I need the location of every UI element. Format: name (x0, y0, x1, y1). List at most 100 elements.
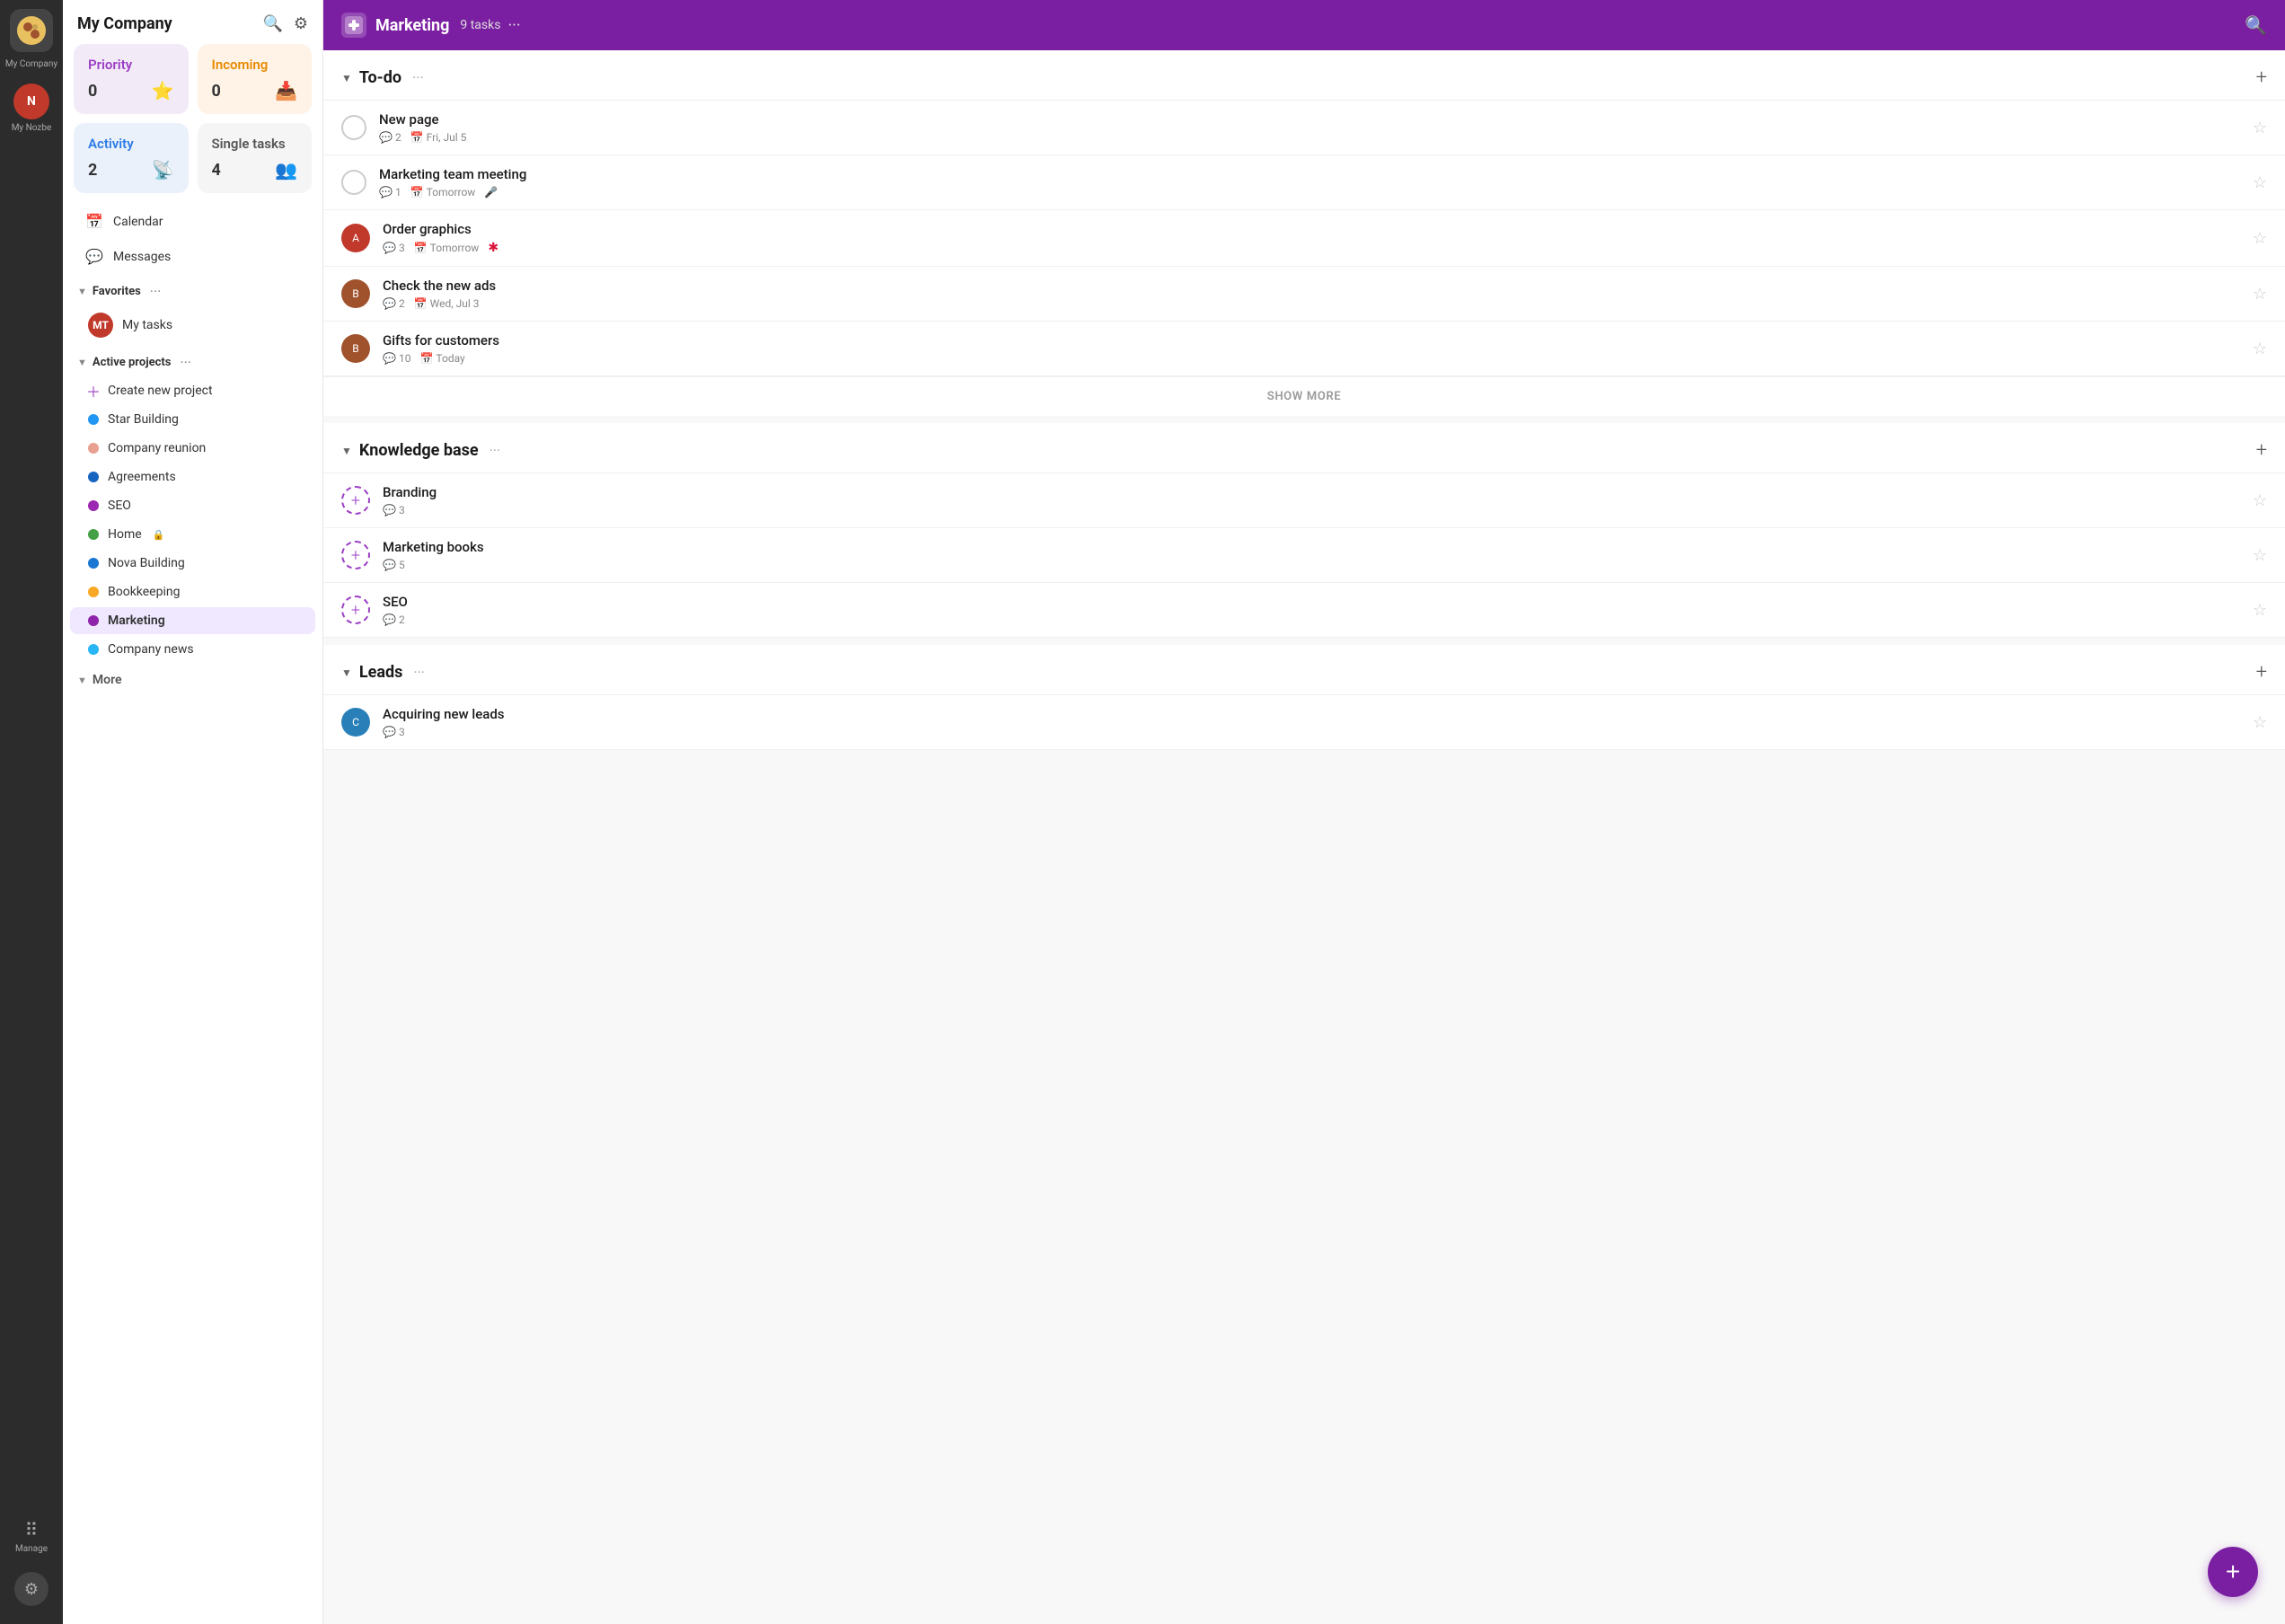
favorites-more-icon[interactable]: ··· (150, 283, 162, 300)
todo-chevron[interactable]: ▼ (341, 72, 352, 84)
activity-card[interactable]: Activity 2 📡 (74, 123, 189, 193)
leads-chevron[interactable]: ▼ (341, 666, 352, 679)
task-star-button[interactable]: ☆ (2253, 119, 2267, 137)
topbar-more-button[interactable]: ··· (507, 16, 520, 35)
task-star-button[interactable]: ☆ (2253, 340, 2267, 358)
active-projects-title: Active projects (93, 356, 172, 369)
topbar-search-button[interactable]: 🔍 (2245, 14, 2267, 36)
project-nova-building[interactable]: Nova Building (70, 550, 315, 577)
leads-more-btn[interactable]: ··· (413, 664, 425, 681)
search-button[interactable]: 🔍 (262, 14, 282, 33)
task-row[interactable]: + SEO 💬 2 ☆ (323, 583, 2285, 638)
incoming-card[interactable]: Incoming 0 📥 (198, 44, 313, 114)
knowledge-chevron[interactable]: ▼ (341, 445, 352, 457)
app-logo[interactable] (10, 9, 53, 52)
task-star-button[interactable]: ☆ (2253, 601, 2267, 620)
company-label: My Company (2, 59, 61, 69)
task-info: SEO 💬 2 (383, 594, 2245, 626)
single-tasks-card[interactable]: Single tasks 4 👥 (198, 123, 313, 193)
active-projects-header[interactable]: ▼ Active projects ··· (63, 345, 322, 376)
task-row[interactable]: Marketing team meeting 💬 1 📅 Tomorrow 🎤 … (323, 155, 2285, 210)
project-company-reunion[interactable]: Company reunion (70, 435, 315, 462)
knowledge-section-left: ▼ Knowledge base ··· (341, 441, 500, 460)
settings-icon[interactable]: ⚙ (14, 1572, 49, 1606)
task-checkbox[interactable] (341, 170, 366, 195)
task-info: Marketing books 💬 5 (383, 539, 2245, 571)
project-seo[interactable]: SEO (70, 492, 315, 519)
task-meta: 💬 1 📅 Tomorrow 🎤 (379, 186, 2245, 199)
project-home[interactable]: Home 🔒 (70, 521, 315, 548)
task-checkbox[interactable] (341, 115, 366, 140)
topbar: Marketing 9 tasks ··· 🔍 (323, 0, 2285, 50)
project-star-building[interactable]: Star Building (70, 406, 315, 433)
task-star-button[interactable]: ☆ (2253, 285, 2267, 304)
my-tasks-item[interactable]: MT My tasks (70, 306, 315, 344)
knowledge-more-btn[interactable]: ··· (490, 442, 501, 459)
todo-section: ▼ To-do ··· + New page 💬 2 📅 Fri, (323, 50, 2285, 416)
task-star-button[interactable]: ☆ (2253, 173, 2267, 192)
calendar-icon: 📅 (84, 213, 104, 230)
fab-add-button[interactable]: + (2208, 1547, 2258, 1597)
project-dot (88, 500, 99, 511)
task-row[interactable]: A Order graphics 💬 3 📅 Tomorrow ✱ ☆ (323, 210, 2285, 267)
task-info: Acquiring new leads 💬 3 (383, 706, 2245, 738)
task-row[interactable]: C Acquiring new leads 💬 3 ☆ (323, 695, 2285, 750)
more-label: More (93, 673, 122, 687)
comment-icon: 💬 (383, 613, 396, 626)
avatar[interactable]: N (13, 84, 49, 119)
task-star-button[interactable]: ☆ (2253, 546, 2267, 565)
create-project-label: Create new project (108, 384, 213, 398)
task-avatar: B (341, 334, 370, 363)
task-meta: 💬 3 (383, 726, 2245, 738)
manage-icon: ⠿ (25, 1519, 39, 1540)
task-avatar-plus[interactable]: + (341, 486, 370, 515)
show-more-button[interactable]: SHOW MORE (323, 376, 2285, 416)
task-avatar: A (341, 224, 370, 252)
task-avatar: C (341, 708, 370, 737)
manage-label: Manage (15, 1544, 48, 1554)
favorites-title: Favorites (93, 285, 141, 298)
knowledge-title: Knowledge base (359, 441, 479, 460)
task-info: Gifts for customers 💬 10 📅 Today (383, 332, 2245, 365)
leads-add-button[interactable]: + (2256, 661, 2267, 684)
project-company-news[interactable]: Company news (70, 636, 315, 663)
task-star-button[interactable]: ☆ (2253, 713, 2267, 732)
manage-button[interactable]: ⠿ Manage (15, 1519, 48, 1572)
task-row[interactable]: + Marketing books 💬 5 ☆ (323, 528, 2285, 583)
task-row[interactable]: New page 💬 2 📅 Fri, Jul 5 ☆ (323, 101, 2285, 155)
nav-header: My Company 🔍 ⚙ (63, 0, 322, 44)
priority-card[interactable]: Priority 0 ⭐ (74, 44, 189, 114)
project-bookkeeping[interactable]: Bookkeeping (70, 578, 315, 605)
project-marketing[interactable]: Marketing (70, 607, 315, 634)
settings-button[interactable]: ⚙ (294, 14, 308, 33)
task-star-button[interactable]: ☆ (2253, 491, 2267, 510)
task-row[interactable]: B Gifts for customers 💬 10 📅 Today ☆ (323, 322, 2285, 376)
messages-nav-item[interactable]: 💬 Messages (70, 240, 315, 273)
task-star-button[interactable]: ☆ (2253, 229, 2267, 248)
calendar-icon: 📅 (410, 186, 424, 199)
project-agreements[interactable]: Agreements (70, 463, 315, 490)
more-section[interactable]: ▼ More (63, 664, 322, 696)
project-dot (88, 529, 99, 540)
single-stat-row: 4 👥 (212, 159, 298, 181)
projects-more-icon[interactable]: ··· (180, 354, 191, 371)
leads-section: ▼ Leads ··· + C Acquiring new leads 💬 3 (323, 645, 2285, 750)
task-avatar: B (341, 279, 370, 308)
activity-label: Activity (88, 136, 174, 152)
favorites-header[interactable]: ▼ Favorites ··· (63, 274, 322, 305)
create-project-item[interactable]: ＋ Create new project (70, 377, 315, 404)
task-row[interactable]: + Branding 💬 3 ☆ (323, 473, 2285, 528)
task-row[interactable]: B Check the new ads 💬 2 📅 Wed, Jul 3 ☆ (323, 267, 2285, 322)
todo-title: To-do (359, 68, 401, 87)
task-avatar-plus[interactable]: + (341, 596, 370, 624)
project-dot (88, 414, 99, 425)
task-avatar-plus[interactable]: + (341, 541, 370, 569)
microphone-icon: 🎤 (484, 186, 498, 199)
knowledge-add-button[interactable]: + (2256, 439, 2267, 462)
comment-icon: 💬 (383, 352, 396, 365)
calendar-nav-item[interactable]: 📅 Calendar (70, 205, 315, 238)
task-date: 📅 Fri, Jul 5 (410, 131, 467, 144)
task-comments: 💬 2 (379, 131, 401, 144)
todo-add-button[interactable]: + (2256, 66, 2267, 89)
todo-more-btn[interactable]: ··· (412, 69, 424, 86)
